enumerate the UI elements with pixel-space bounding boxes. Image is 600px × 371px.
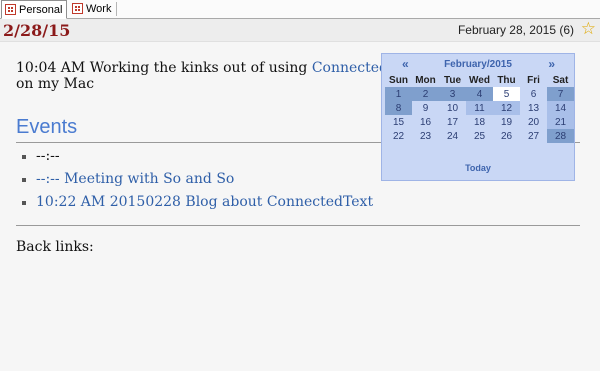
day-cell[interactable]: 17 [439, 115, 466, 129]
week-row: 22 23 24 25 26 27 28 [385, 129, 574, 143]
day-cell[interactable]: 18 [466, 115, 493, 129]
calendar-title: February/2015 [444, 59, 512, 70]
calendar-grid-icon [5, 4, 16, 15]
entry-suffix: on my Mac [16, 76, 95, 92]
day-cell[interactable]: 15 [385, 115, 412, 129]
day-cell[interactable]: 2 [412, 87, 439, 101]
star-outline-icon[interactable]: ☆ [581, 20, 596, 38]
day-cell[interactable]: 3 [439, 87, 466, 101]
divider [16, 225, 580, 226]
weekday-label: Sun [389, 75, 408, 86]
bullet-icon [22, 178, 26, 182]
day-cell[interactable]: 25 [466, 129, 493, 143]
day-cell[interactable]: 1 [385, 87, 412, 101]
week-row: 8 9 10 11 12 13 14 [385, 101, 574, 115]
calendar-header: « February/2015 » [382, 54, 574, 74]
day-cell[interactable]: 7 [547, 87, 574, 101]
events-list: --:-- --:-- Meeting with So and So 10:22… [22, 145, 373, 214]
day-cell[interactable]: 12 [493, 101, 520, 115]
week-row: 15 16 17 18 19 20 21 [385, 115, 574, 129]
weekday-label: Fri [527, 75, 540, 86]
day-cell[interactable]: 9 [412, 101, 439, 115]
day-cell[interactable]: 6 [520, 87, 547, 101]
day-cell[interactable]: 19 [493, 115, 520, 129]
weekday-label: Thu [497, 75, 516, 86]
weekday-row: Sun Mon Tue Wed Thu Fri Sat [385, 74, 574, 87]
day-cell[interactable]: 5 [493, 87, 520, 101]
tab-strip: Personal Work [0, 0, 600, 19]
bullet-icon [22, 155, 26, 159]
day-cell[interactable]: 13 [520, 101, 547, 115]
tab-work[interactable]: Work [69, 0, 115, 17]
day-cell[interactable]: 22 [385, 129, 412, 143]
tab-label: Work [86, 2, 112, 15]
weekday-label: Wed [469, 75, 490, 86]
backlinks-label: Back links: [16, 239, 94, 255]
day-cell[interactable]: 27 [520, 129, 547, 143]
day-cell[interactable]: 16 [412, 115, 439, 129]
event-link-meeting[interactable]: --:-- Meeting with So and So [36, 171, 234, 187]
calendar-popup: « February/2015 » Sun Mon Tue Wed Thu Fr… [381, 53, 575, 181]
weekday-label: Mon [415, 75, 436, 86]
day-cell[interactable]: 23 [412, 129, 439, 143]
event-link-blog[interactable]: 10:22 AM 20150228 Blog about ConnectedTe… [36, 194, 373, 210]
tab-divider [116, 2, 117, 16]
day-cell[interactable]: 4 [466, 87, 493, 101]
bullet-icon [22, 201, 26, 205]
page-title: 2/28/15 [3, 21, 71, 40]
day-cell[interactable]: 26 [493, 129, 520, 143]
weekday-label: Sat [552, 75, 569, 86]
day-cell[interactable]: 8 [385, 101, 412, 115]
day-cell[interactable]: 10 [439, 101, 466, 115]
day-cell-selected[interactable]: 28 [547, 129, 574, 143]
calendar-grid-icon [72, 3, 83, 14]
long-date-label: February 28, 2015 (6) [457, 23, 574, 37]
page-header: 2/28/15 February 28, 2015 (6) ☆ [0, 19, 600, 42]
weekday-label: Tue [443, 75, 462, 86]
today-button[interactable]: Today [382, 163, 574, 173]
calendar-grid: Sun Mon Tue Wed Thu Fri Sat 1 2 3 4 5 6 … [385, 74, 574, 143]
list-item: --:-- [22, 145, 373, 168]
events-heading: Events [16, 116, 78, 138]
entry-prefix: 10:04 AM Working the kinks out of using [16, 60, 312, 76]
day-cell[interactable]: 14 [547, 101, 574, 115]
day-cell[interactable]: 24 [439, 129, 466, 143]
list-item: --:-- Meeting with So and So [22, 168, 373, 191]
event-text: --:-- [36, 148, 60, 164]
tab-personal[interactable]: Personal [1, 0, 68, 19]
week-row: 1 2 3 4 5 6 7 [385, 87, 574, 101]
day-cell[interactable]: 20 [520, 115, 547, 129]
day-cell[interactable]: 21 [547, 115, 574, 129]
day-cell[interactable]: 11 [466, 101, 493, 115]
list-item: 10:22 AM 20150228 Blog about ConnectedTe… [22, 191, 373, 214]
next-month-button[interactable]: » [548, 57, 555, 71]
tab-label: Personal [19, 3, 63, 16]
